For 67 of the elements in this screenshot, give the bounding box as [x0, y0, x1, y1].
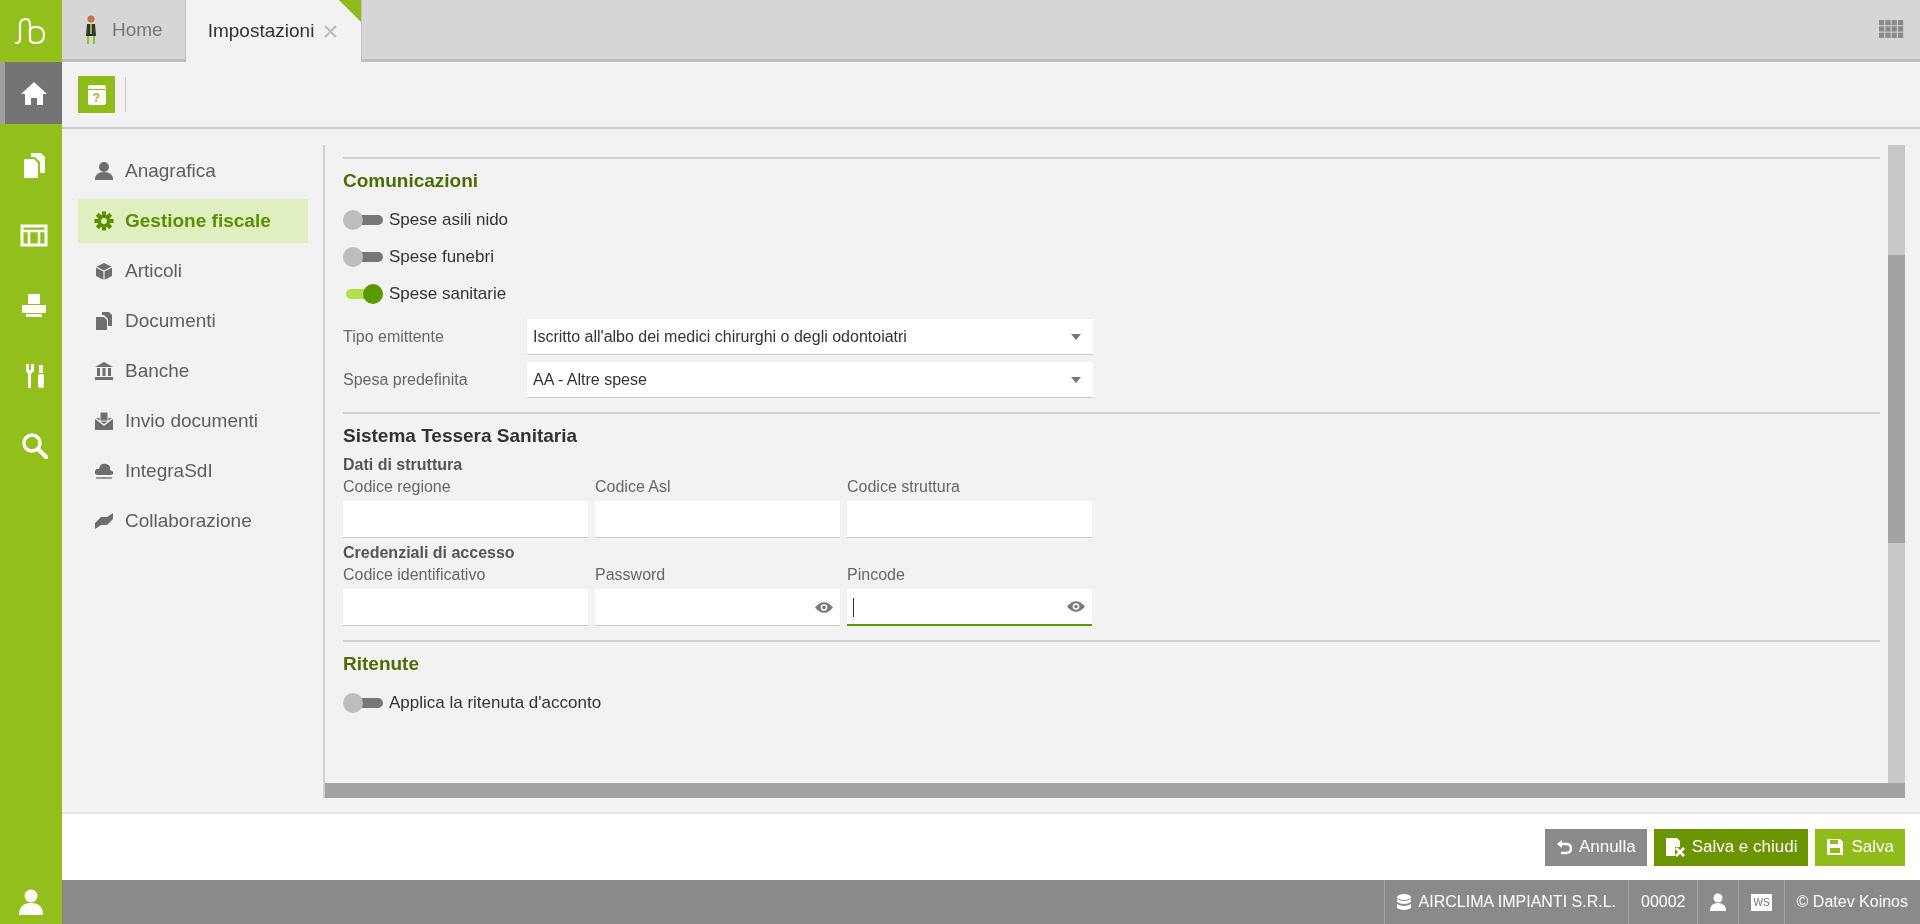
tab[interactable]: Home	[62, 0, 186, 59]
toggle-label: Spese sanitarie	[389, 283, 507, 304]
caret-icon	[1071, 333, 1081, 340]
rail-nav-button[interactable]	[0, 62, 62, 124]
ws-badge: WS	[1751, 893, 1772, 911]
settings-menu-item[interactable]: Articoli	[78, 249, 308, 293]
database-icon	[1396, 893, 1411, 911]
settings-menu-item[interactable]: Banche	[78, 349, 308, 393]
toggle-label: Applica la ritenuta d'acconto	[389, 692, 602, 713]
user-icon[interactable]	[1710, 893, 1727, 911]
group-title: Credenziali di accesso	[343, 544, 516, 562]
dropdown-field[interactable]: Iscritto all'albo dei medici chirurghi o degli odontoiatri	[527, 319, 1093, 355]
undo-arrow-icon	[1555, 839, 1572, 855]
field-label: Codice regione	[343, 478, 452, 496]
settings-menu-item[interactable]: Collaborazione	[78, 499, 308, 543]
settings-menu-item[interactable]: Anagrafica	[78, 149, 308, 193]
mascot-icon	[84, 14, 98, 45]
settings-menu-item[interactable]: Gestione fiscale	[78, 199, 308, 243]
settings-menu-item[interactable]: Documenti	[78, 299, 308, 343]
cancel-button[interactable]: Annulla	[1544, 828, 1647, 866]
settings-menu-item[interactable]: IntegraSdI	[78, 449, 308, 493]
corner-mark-icon	[339, 0, 362, 22]
eye-icon[interactable]	[1066, 600, 1086, 613]
field-label: Password	[595, 566, 667, 584]
documents-icon	[94, 311, 114, 331]
caret-icon	[1071, 376, 1081, 383]
input-field[interactable]	[595, 501, 840, 538]
home-icon	[19, 79, 48, 107]
input-field[interactable]	[595, 589, 840, 626]
company-name: AIRCLIMA IMPIANTI S.R.L.	[1418, 893, 1616, 911]
section-title: Comunicazioni	[343, 169, 480, 193]
group-title: Dati di struttura	[343, 456, 464, 474]
apps-grid-icon[interactable]	[1879, 20, 1904, 39]
input-field[interactable]	[847, 501, 1092, 538]
printer-icon	[19, 291, 48, 319]
gear-icon	[94, 211, 114, 231]
section-title: Sistema Tessera Sanitaria	[343, 424, 579, 448]
tab[interactable]: Impostazioni	[185, 0, 363, 62]
dropdown-field[interactable]: AA - Altre spese	[527, 362, 1093, 398]
copyright-text: © Datev Koinos	[1796, 893, 1908, 911]
field-label: Codice Asl	[595, 478, 672, 496]
bank-icon	[94, 361, 114, 381]
input-field[interactable]	[343, 501, 588, 538]
horizontal-scrollbar[interactable]	[325, 783, 1905, 798]
save-close-icon	[1664, 837, 1685, 857]
settings-menu-item[interactable]: Invio documenti	[78, 399, 308, 443]
box-icon	[94, 261, 114, 281]
text-cursor	[853, 598, 854, 617]
field-label: Codice struttura	[847, 478, 961, 496]
section-title: Ritenute	[343, 652, 420, 676]
cloud-icon	[94, 461, 114, 481]
field-label: Spesa predefinita	[343, 371, 469, 389]
toggle-label: Spese asili nido	[389, 209, 509, 230]
toggle-label: Spese funebri	[389, 246, 494, 267]
company-code: 00002	[1641, 893, 1686, 911]
envelope-icon	[94, 411, 114, 431]
field-label: Pincode	[847, 566, 906, 584]
close-icon[interactable]	[324, 24, 338, 38]
save-and-close-button[interactable]: Salva e chiudi	[1653, 828, 1809, 866]
field-label: Codice identificativo	[343, 566, 487, 584]
search-icon	[19, 431, 48, 459]
eye-icon[interactable]	[814, 600, 834, 614]
input-field[interactable]	[847, 589, 1092, 626]
input-field[interactable]	[343, 589, 588, 626]
field-label: Tipo emittente	[343, 328, 445, 346]
scrollbar[interactable]	[1888, 145, 1905, 783]
person-icon	[94, 161, 114, 181]
